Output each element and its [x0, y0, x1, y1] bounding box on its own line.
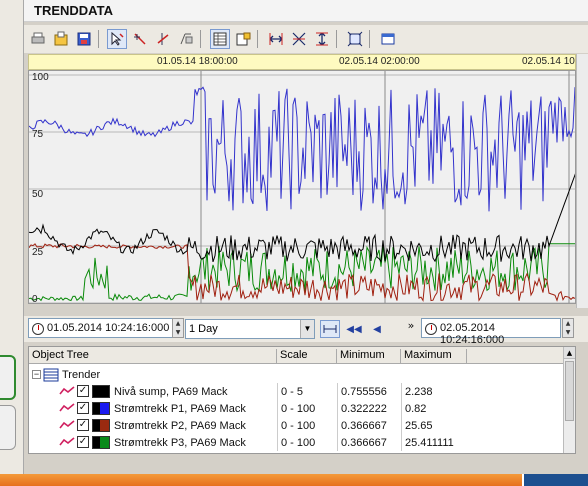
rewind-icon[interactable]: ◀◀: [346, 320, 362, 338]
time-label: 01.05.14 18:00:00: [157, 56, 238, 67]
series-scale: 0 - 100: [281, 437, 316, 449]
group-label: Trender: [62, 369, 101, 381]
series-maximum: 25.65: [405, 420, 433, 432]
end-time-value: 02.05.2014 10:24:16:000: [440, 322, 505, 346]
series-color-swatch[interactable]: [92, 436, 110, 449]
taskbar: [0, 474, 588, 486]
start-time-value: 01.05.2014 10:24:16:000: [47, 322, 170, 334]
copy-icon[interactable]: [176, 29, 196, 49]
side-tab-active[interactable]: [0, 355, 16, 400]
taskbar-button[interactable]: [522, 474, 588, 486]
zoom-xy-icon[interactable]: [289, 29, 309, 49]
forward-button[interactable]: »: [405, 316, 417, 334]
visibility-checkbox[interactable]: ✓: [77, 385, 89, 397]
start-time-spinner[interactable]: ▲ ▼: [172, 318, 184, 338]
series-color-swatch[interactable]: [92, 385, 110, 398]
trend-line-icon: [59, 437, 75, 446]
end-time-spinner[interactable]: ▲ ▼: [562, 318, 574, 338]
column-header-minimum[interactable]: Minimum: [337, 349, 401, 364]
y-tick-label: 75: [32, 129, 44, 140]
y-tick-label: 100: [32, 72, 49, 83]
export-icon[interactable]: [51, 29, 71, 49]
table-icon[interactable]: [210, 29, 230, 49]
series-line-p3: [29, 243, 575, 302]
time-axis-bar: 01.05.14 18:00:00 02.05.14 02:00:00 02.0…: [28, 54, 576, 70]
table-scrollbar[interactable]: ▲: [563, 347, 575, 453]
back-icon[interactable]: ◀: [371, 320, 383, 338]
trend-chart-svg: [29, 71, 575, 303]
series-name: Strømtrekk P2, PA69 Mack: [114, 420, 246, 432]
side-tab[interactable]: [0, 405, 16, 450]
trend-line-icon: [59, 420, 75, 429]
pen-icon[interactable]: [130, 29, 150, 49]
print-icon[interactable]: [28, 29, 48, 49]
series-line-level: [29, 173, 575, 263]
toolbar: [24, 25, 588, 53]
fit-icon[interactable]: [345, 29, 365, 49]
trend-line-icon: [59, 403, 75, 412]
series-scale: 0 - 5: [281, 386, 304, 398]
chevron-down-icon: ▼: [300, 320, 314, 338]
zoom-horizontal-icon[interactable]: [266, 29, 286, 49]
series-scale: 0 - 100: [281, 420, 316, 432]
clock-icon: [32, 323, 44, 335]
series-name: Strømtrekk P3, PA69 Mack: [114, 437, 246, 449]
series-maximum: 25.411111: [405, 437, 454, 449]
zoom-vertical-icon[interactable]: [312, 29, 332, 49]
period-value: 1 Day: [189, 323, 218, 335]
time-controls: 01.05.2014 10:24:16:000 ▲ ▼ 1 Day ▼ ◀◀ ◀ …: [24, 316, 588, 346]
settings-icon[interactable]: [233, 29, 253, 49]
y-tick-label: 25: [32, 247, 44, 258]
series-scale: 0 - 100: [281, 403, 316, 415]
series-name: Nivå sump, PA69 Mack: [114, 386, 228, 398]
visibility-checkbox[interactable]: ✓: [77, 402, 89, 414]
column-header-scale[interactable]: Scale: [277, 349, 337, 364]
object-tree-table: Object Tree Scale Minimum Maximum − Tren…: [28, 346, 576, 454]
series-minimum: 0.366667: [341, 437, 387, 449]
column-header-object-tree[interactable]: Object Tree: [29, 349, 277, 364]
series-maximum: 0.82: [405, 403, 427, 415]
column-header-maximum[interactable]: Maximum: [401, 349, 467, 364]
trend-line-icon: [59, 386, 75, 395]
table-row[interactable]: ✓ Nivå sump, PA69 Mack 0 - 5 0.755556 2.238: [29, 383, 569, 400]
cursor-icon[interactable]: [107, 29, 127, 49]
table-header: Object Tree Scale Minimum Maximum: [29, 347, 569, 364]
period-select[interactable]: 1 Day ▼: [185, 319, 315, 339]
collapse-icon[interactable]: −: [32, 370, 41, 379]
start-time-field[interactable]: 01.05.2014 10:24:16:000: [28, 318, 174, 338]
window-title-bar: TRENDDATA: [24, 0, 588, 22]
y-tick-label: 0: [32, 294, 38, 304]
table-row[interactable]: ✓ Strømtrekk P3, PA69 Mack 0 - 100 0.366667…: [29, 434, 569, 451]
save-icon[interactable]: [74, 29, 94, 49]
table-row[interactable]: ✓ Strømtrekk P1, PA69 Mack 0 - 100 0.322222…: [29, 400, 569, 417]
scroll-up-icon[interactable]: ▲: [564, 347, 575, 359]
visibility-checkbox[interactable]: ✓: [77, 419, 89, 431]
vertical-line-icon[interactable]: [153, 29, 173, 49]
scroll-thumb[interactable]: [565, 361, 574, 421]
trend-group-icon: [43, 368, 59, 382]
window-icon[interactable]: [378, 29, 398, 49]
series-name: Strømtrekk P1, PA69 Mack: [114, 403, 246, 415]
series-maximum: 2.238: [405, 386, 433, 398]
time-label: 02.05.14 10: [522, 56, 575, 67]
page-title: TRENDDATA: [34, 3, 113, 18]
chart-scrollbar[interactable]: [576, 54, 588, 308]
trend-chart[interactable]: 100 75 50 25 0: [28, 70, 576, 304]
series-minimum: 0.366667: [341, 420, 387, 432]
series-color-swatch[interactable]: [92, 402, 110, 415]
end-time-field[interactable]: 02.05.2014 10:24:16:000: [421, 318, 561, 346]
time-label: 02.05.14 02:00:00: [339, 56, 420, 67]
series-minimum: 0.755556: [341, 386, 387, 398]
tree-group-row[interactable]: − Trender: [29, 366, 569, 383]
series-color-swatch[interactable]: [92, 419, 110, 432]
y-tick-label: 50: [32, 189, 44, 200]
visibility-checkbox[interactable]: ✓: [77, 436, 89, 448]
left-panel-strip: [0, 0, 24, 486]
clock-icon: [425, 323, 437, 335]
fit-period-button[interactable]: [320, 320, 340, 338]
series-minimum: 0.322222: [341, 403, 387, 415]
table-row[interactable]: ✓ Strømtrekk P2, PA69 Mack 0 - 100 0.366667…: [29, 417, 569, 434]
series-line-p1: [29, 86, 575, 212]
